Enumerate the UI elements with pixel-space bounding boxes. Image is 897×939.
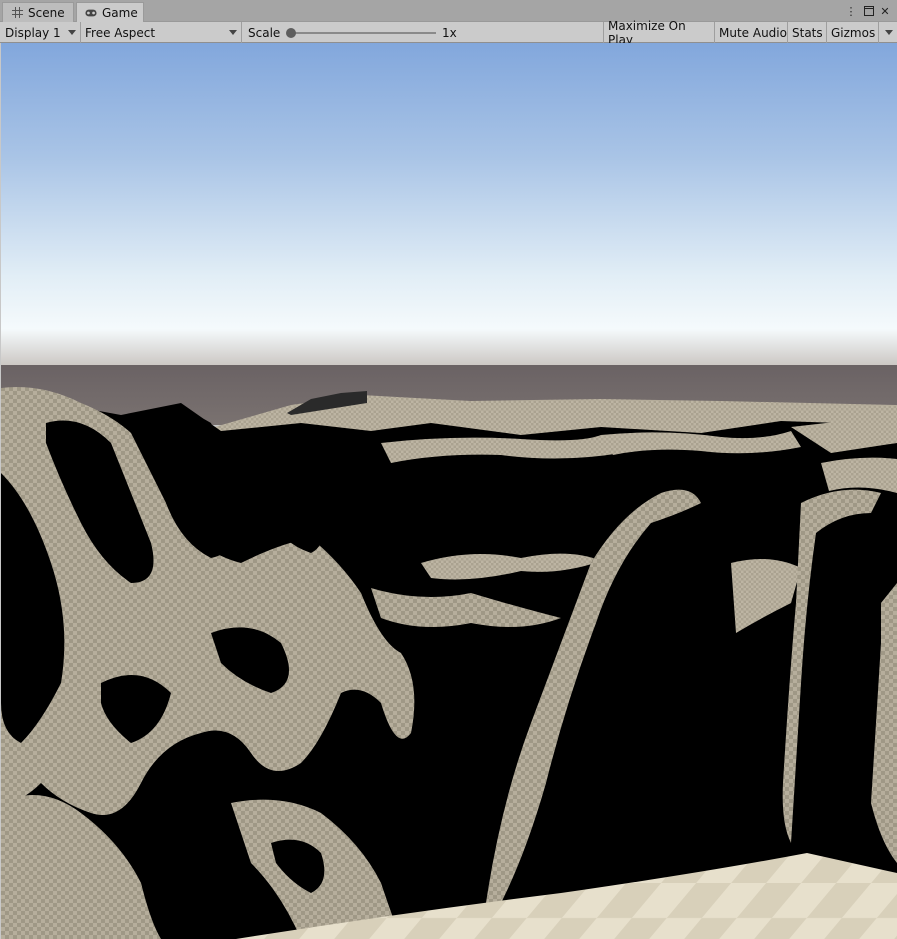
display-dropdown-value: Display 1 bbox=[5, 25, 61, 40]
game-viewport[interactable] bbox=[1, 43, 897, 939]
scale-value: 1x bbox=[442, 25, 457, 40]
sky bbox=[1, 43, 897, 368]
kebab-menu-icon[interactable]: ⋮ bbox=[843, 3, 859, 19]
game-render bbox=[1, 43, 897, 939]
game-view-toolbar: Display 1 Free Aspect Scale 1x Maximize … bbox=[0, 19, 897, 47]
grid-icon bbox=[11, 7, 23, 19]
gamepad-icon bbox=[85, 7, 97, 19]
aspect-dropdown-value: Free Aspect bbox=[85, 25, 156, 40]
gizmos-dropdown[interactable] bbox=[879, 22, 897, 43]
gizmos-toggle[interactable]: Gizmos bbox=[827, 22, 879, 43]
tab-scene[interactable]: Scene bbox=[2, 2, 74, 22]
scale-slider-track[interactable] bbox=[290, 32, 436, 34]
chevron-down-icon bbox=[885, 30, 893, 35]
maximize-icon[interactable] bbox=[861, 3, 877, 19]
close-icon[interactable]: ✕ bbox=[877, 3, 893, 19]
tab-scene-label: Scene bbox=[28, 5, 65, 20]
display-dropdown[interactable]: Display 1 bbox=[0, 22, 81, 43]
chevron-down-icon bbox=[68, 30, 76, 35]
chevron-down-icon bbox=[229, 30, 237, 35]
scale-slider-handle[interactable] bbox=[286, 28, 296, 38]
stats-toggle[interactable]: Stats bbox=[788, 22, 827, 43]
tab-game[interactable]: Game bbox=[76, 2, 144, 23]
scale-label: Scale bbox=[248, 25, 281, 40]
tab-game-label: Game bbox=[102, 6, 138, 20]
aspect-dropdown[interactable]: Free Aspect bbox=[81, 22, 242, 43]
maximize-on-play-toggle[interactable]: Maximize On Play bbox=[603, 19, 715, 47]
mute-audio-toggle[interactable]: Mute Audio bbox=[715, 22, 788, 43]
editor-tab-strip: Scene Game ⋮ ✕ bbox=[0, 0, 897, 23]
